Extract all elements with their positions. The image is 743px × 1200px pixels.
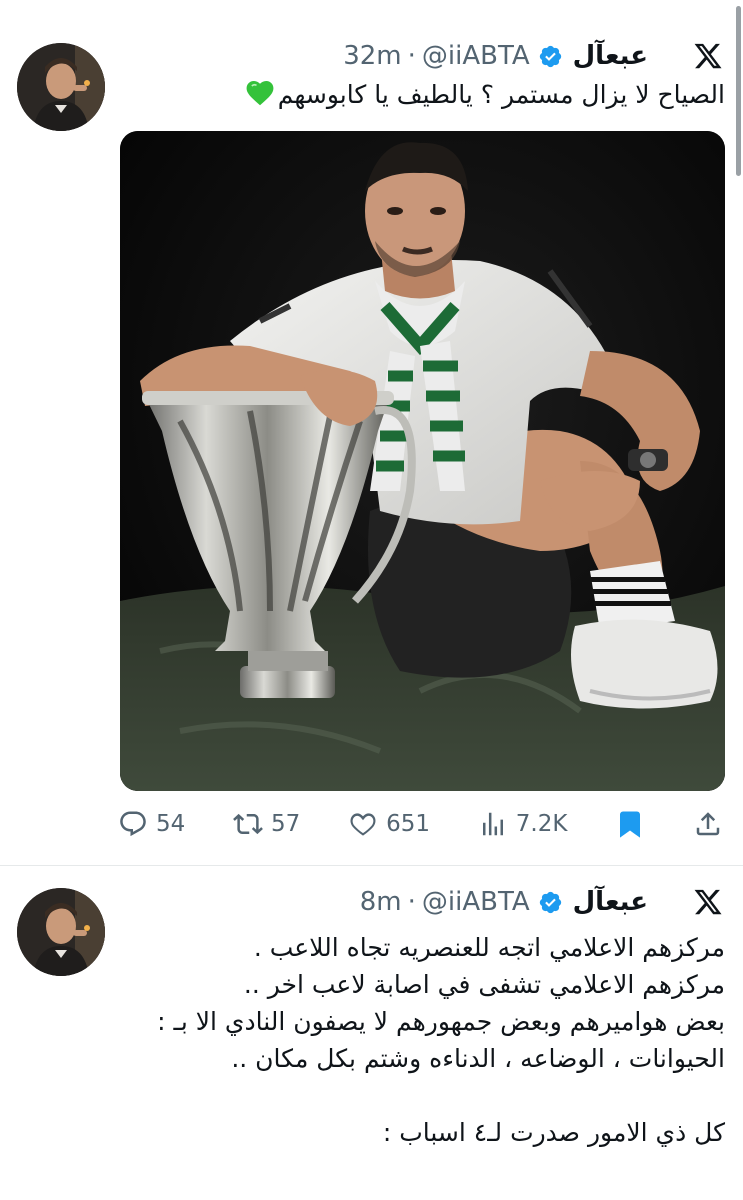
tweet-divider [0, 865, 743, 866]
author-name[interactable]: عبعآل [573, 41, 648, 71]
reply-icon [120, 811, 146, 837]
tweet-photo[interactable] [120, 131, 725, 791]
avatar-image [17, 888, 105, 976]
author-name[interactable]: عبعآل [573, 887, 648, 917]
scrollbar[interactable] [736, 6, 741, 176]
tweet-text: الصياح لا يزال مستمر ؟ يالطيف يا كابوسهم [125, 76, 725, 113]
avatar-image [17, 43, 105, 131]
tweet-header: 8m · @iiABTA عبعآل [360, 887, 648, 917]
tweet-time[interactable]: 8m [360, 887, 402, 917]
avatar[interactable] [17, 888, 105, 976]
tweet-header: 32m · @iiABTA عبعآل [343, 41, 648, 71]
tweet[interactable]: 8m · @iiABTA عبعآل مركزهم الاعلامي اتجه … [0, 867, 743, 1200]
like-count: 651 [386, 811, 430, 837]
share-button[interactable] [693, 809, 723, 839]
tweet-text-content: الصياح لا يزال مستمر ؟ يالطيف يا كابوسهم [277, 80, 725, 109]
bookmark-button[interactable] [615, 809, 645, 839]
author-handle[interactable]: @iiABTA [422, 41, 530, 71]
views-count: 7.2K [515, 811, 568, 837]
like-icon [350, 813, 376, 836]
repost-count: 57 [271, 811, 301, 837]
green-heart-icon [246, 80, 274, 106]
views-icon [482, 812, 503, 836]
share-icon [696, 812, 720, 836]
author-handle[interactable]: @iiABTA [422, 887, 530, 917]
x-logo-icon [694, 43, 722, 69]
like-button[interactable]: 651 [348, 809, 430, 839]
separator: · [407, 41, 416, 71]
reply-count: 54 [156, 811, 186, 837]
tweet-time[interactable]: 32m [343, 41, 401, 71]
bookmark-icon [620, 811, 641, 838]
trophy-photo-image [120, 131, 725, 791]
x-logo-icon [694, 889, 722, 915]
views-button[interactable]: 7.2K [478, 809, 568, 839]
tweet-actions: 54 57 651 7.2K [118, 806, 723, 842]
verified-badge-icon [539, 45, 561, 67]
tweet-text: مركزهم الاعلامي اتجه للعنصريه تجاه اللاع… [157, 933, 725, 1147]
tweet[interactable]: 32m · @iiABTA عبعآل الصياح لا يزال مستمر… [0, 0, 743, 866]
reply-button[interactable]: 54 [118, 809, 185, 839]
separator: · [407, 887, 416, 917]
avatar[interactable] [17, 43, 105, 131]
verified-badge-icon [539, 891, 561, 913]
timeline: 32m · @iiABTA عبعآل الصياح لا يزال مستمر… [0, 0, 743, 1200]
repost-icon [233, 813, 263, 835]
repost-button[interactable]: 57 [233, 809, 300, 839]
